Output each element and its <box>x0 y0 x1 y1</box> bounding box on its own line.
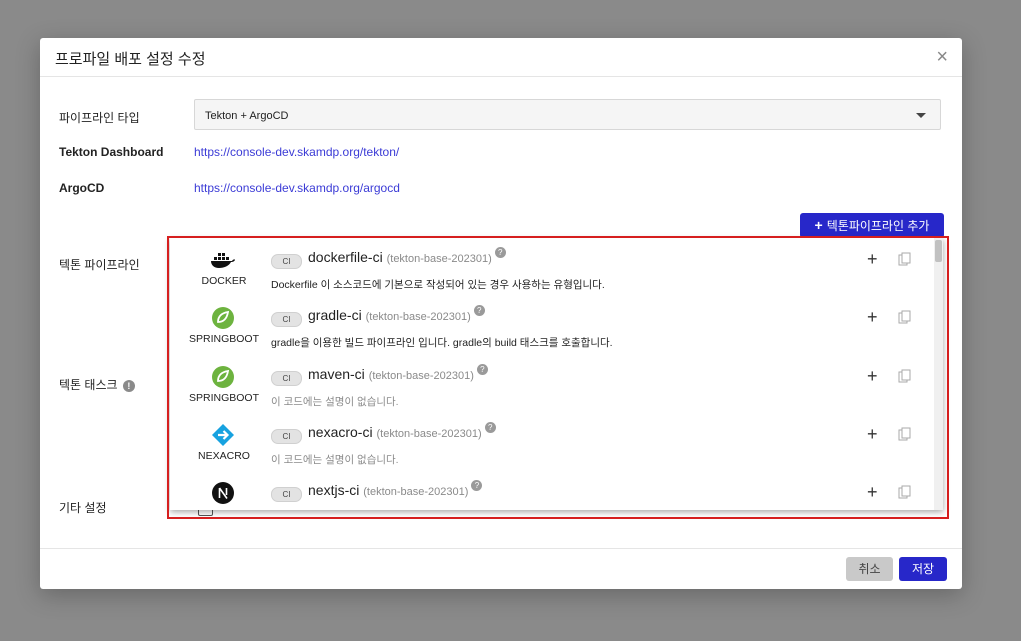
info-icon[interactable]: ! <box>122 379 135 392</box>
edit-deploy-settings-modal: 프로파일 배포 설정 수정 × 파이프라인 타입 Tekton + ArgoCD… <box>40 38 962 589</box>
modal-header: 프로파일 배포 설정 수정 × <box>40 38 962 77</box>
cancel-button[interactable]: 취소 <box>846 557 893 581</box>
highlight-frame <box>167 236 949 519</box>
pipeline-type-value: Tekton + ArgoCD <box>205 110 289 122</box>
modal-title: 프로파일 배포 설정 수정 <box>55 51 206 68</box>
other-settings-label: 기타 설정 <box>59 501 107 515</box>
tekton-task-label: 텍톤 태스크 <box>59 378 118 392</box>
chevron-down-icon <box>916 113 926 118</box>
tekton-task-label-wrap: 텍톤 태스크 ! <box>59 376 135 393</box>
plus-icon: + <box>814 217 823 233</box>
pipeline-type-select[interactable]: Tekton + ArgoCD <box>194 99 941 130</box>
argocd-label: ArgoCD <box>59 181 105 195</box>
tekton-pipeline-label: 텍톤 파이프라인 <box>59 258 140 272</box>
tekton-dashboard-label: Tekton Dashboard <box>59 145 164 159</box>
save-button[interactable]: 저장 <box>899 557 947 581</box>
close-icon[interactable]: × <box>936 47 948 67</box>
add-tekton-pipeline-button[interactable]: + 텍톤파이프라인 추가 <box>800 213 944 238</box>
add-tekton-pipeline-label: 텍톤파이프라인 추가 <box>826 219 930 233</box>
argocd-link[interactable]: https://console-dev.skamdp.org/argocd <box>194 181 400 195</box>
modal-footer-divider <box>40 548 962 549</box>
tekton-dashboard-link[interactable]: https://console-dev.skamdp.org/tekton/ <box>194 145 399 159</box>
pipeline-type-label: 파이프라인 타입 <box>59 111 140 125</box>
